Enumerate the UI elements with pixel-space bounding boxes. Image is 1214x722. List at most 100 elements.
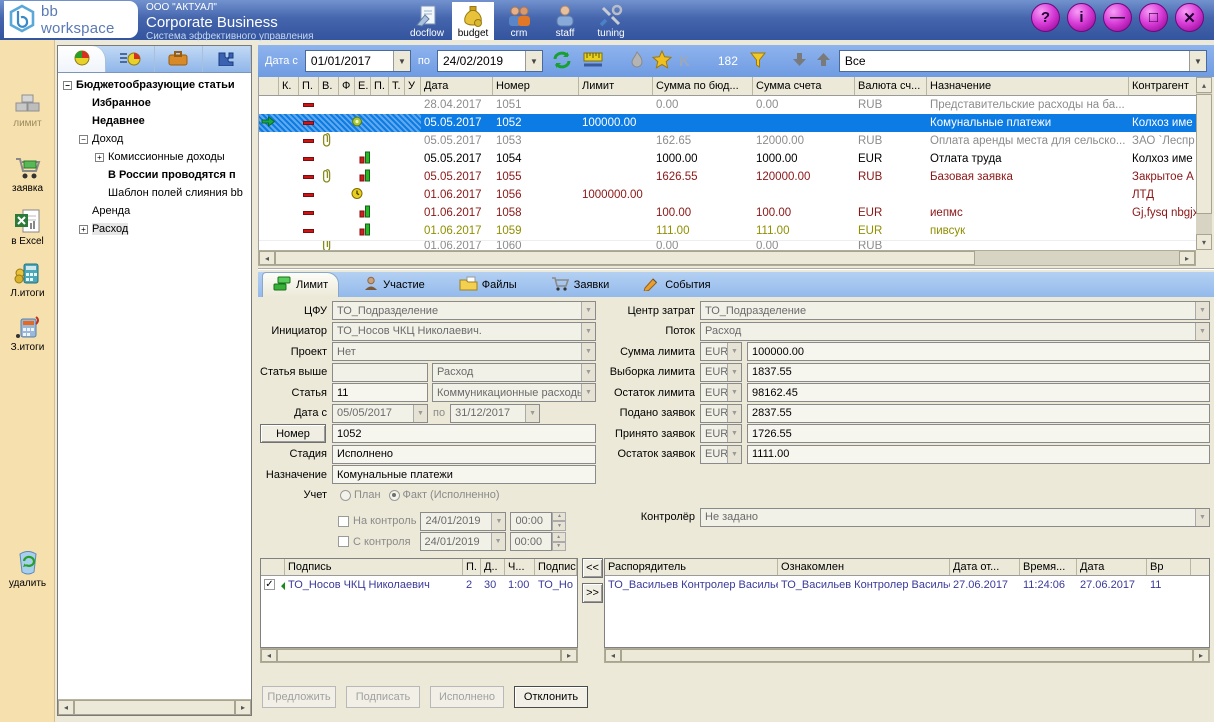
collapse-icon[interactable]: − <box>79 135 88 144</box>
tree-item[interactable]: Аренда <box>58 202 251 220</box>
collapse-button[interactable]: << <box>582 558 603 578</box>
claims-filed-currency-select[interactable]: EUR▼ <box>700 404 742 423</box>
chevron-down-icon[interactable]: ▼ <box>727 446 741 463</box>
grid-row[interactable]: 01.06.20171058100.00100.00EURиепмсGj,fys… <box>259 204 1196 222</box>
grid-vertical-scrollbar[interactable]: ▴ ▾ <box>1196 77 1212 250</box>
article-code-field[interactable]: 11 <box>332 383 428 402</box>
scroll-right-icon[interactable]: ▸ <box>235 700 251 715</box>
grid-column-header[interactable]: Сумма по бюд... <box>653 77 753 95</box>
tree-item[interactable]: Избранное <box>58 94 251 112</box>
grid-column-header[interactable]: У <box>405 77 421 95</box>
arrow-up-icon[interactable] <box>815 51 832 71</box>
claims-rest-currency-select[interactable]: EUR▼ <box>700 445 742 464</box>
tree-item[interactable]: +Комиссионные доходы <box>58 148 251 166</box>
scroll-thumb[interactable] <box>275 251 975 265</box>
grid-column-header[interactable]: Лимит <box>579 77 653 95</box>
tab-limit[interactable]: Лимит <box>262 272 339 297</box>
sidebar-item-litogi[interactable]: Л.итоги <box>0 260 55 299</box>
tree-item[interactable]: В России проводятся п <box>58 166 251 184</box>
sidebar-item-delete[interactable]: удалить <box>0 548 55 589</box>
scroll-thumb[interactable] <box>277 649 561 662</box>
module-tuning[interactable]: tuning <box>590 2 632 40</box>
tab-pie-list[interactable] <box>106 46 154 72</box>
purpose-field[interactable]: Комунальные платежи <box>332 465 596 484</box>
tab-zayavki[interactable]: Заявки <box>541 272 620 297</box>
limit-rest-value-field[interactable]: 98162.45 <box>747 383 1210 402</box>
number-field[interactable]: 1052 <box>332 424 596 443</box>
signature-column-header[interactable] <box>261 559 285 575</box>
parent-article-code-field[interactable] <box>332 363 428 382</box>
off-control-date-picker[interactable]: 24/01/2019▼ <box>420 532 506 551</box>
module-crm[interactable]: crm <box>498 2 540 40</box>
flow-select[interactable]: Расход▼ <box>700 322 1210 341</box>
chevron-down-icon[interactable]: ▼ <box>727 364 741 381</box>
grid-row[interactable]: 28.04.201710510.000.00RUBПредставительск… <box>259 96 1196 114</box>
limit-used-currency-select[interactable]: EUR▼ <box>700 363 742 382</box>
tree-item[interactable]: −Доход <box>58 130 251 148</box>
maximize-button[interactable]: □ <box>1139 3 1168 32</box>
expand-icon[interactable]: + <box>95 153 104 162</box>
funnel-icon[interactable] <box>749 51 767 72</box>
chevron-down-icon[interactable]: ▼ <box>491 533 505 550</box>
grid-row[interactable]: 01.06.20171059111.00111.00EURпивсук <box>259 222 1196 240</box>
on-control-date-picker[interactable]: 24/01/2019▼ <box>420 512 506 531</box>
help-button[interactable]: ? <box>1031 3 1060 32</box>
sidebar-item-zitogi[interactable]: З.итоги <box>0 314 55 353</box>
flame-icon[interactable] <box>629 51 645 72</box>
tree-item[interactable]: +Расход <box>58 220 251 238</box>
limit-sum-currency-select[interactable]: EUR▼ <box>700 342 742 361</box>
controller-table-scrollbar[interactable]: ◂ ▸ <box>604 648 1210 663</box>
star-icon[interactable] <box>652 50 672 72</box>
controller-column-header[interactable]: Дата <box>1077 559 1147 575</box>
scroll-thumb[interactable] <box>74 700 235 715</box>
signature-row[interactable]: ✓◆ТО_Носов ЧКЦ Николаевич2301:00ТО_Но <box>261 576 577 594</box>
grid-column-header[interactable]: Контрагент <box>1129 77 1196 95</box>
limit-sum-value-field[interactable]: 100000.00 <box>747 342 1210 361</box>
tree-horizontal-scrollbar[interactable]: ◂ ▸ <box>58 699 251 715</box>
claims-filed-value-field[interactable]: 2837.55 <box>747 404 1210 423</box>
arrow-down-icon[interactable] <box>791 51 808 71</box>
grid-column-header[interactable]: Сумма счета <box>753 77 855 95</box>
sidebar-item-zayavka[interactable]: заявка <box>0 155 55 194</box>
expand-icon[interactable]: + <box>79 225 88 234</box>
tab-events[interactable]: События <box>633 272 720 297</box>
limit-date-from-picker[interactable]: 05/05/2017▼ <box>332 404 428 423</box>
grid-column-header[interactable] <box>259 77 279 95</box>
signature-column-header[interactable]: Д.. <box>481 559 505 575</box>
on-control-time-field[interactable]: 00:00 <box>510 512 552 531</box>
scroll-right-icon[interactable]: ▸ <box>561 649 577 662</box>
chevron-down-icon[interactable]: ▼ <box>393 51 410 71</box>
cfu-select[interactable]: ТО_Подразделение▼ <box>332 301 596 320</box>
on-control-checkbox[interactable] <box>338 516 349 527</box>
grid-column-header[interactable]: Е. <box>355 77 371 95</box>
tree-item[interactable]: −Бюджетообразующие статьи <box>58 76 251 94</box>
plan-radio[interactable] <box>340 490 351 501</box>
claims-accepted-value-field[interactable]: 1726.55 <box>747 424 1210 443</box>
off-control-checkbox[interactable] <box>338 536 349 547</box>
signature-checkbox[interactable]: ✓ <box>264 579 275 590</box>
scroll-left-icon[interactable]: ◂ <box>259 251 275 265</box>
chevron-down-icon[interactable]: ▼ <box>727 343 741 360</box>
close-button[interactable]: ✕ <box>1175 3 1204 32</box>
stage-field[interactable]: Исполнено <box>332 445 596 464</box>
grid-column-header[interactable]: Валюта сч... <box>855 77 927 95</box>
chevron-down-icon[interactable]: ▼ <box>727 384 741 401</box>
scroll-left-icon[interactable]: ◂ <box>58 700 74 715</box>
grid-column-header[interactable]: Ф <box>339 77 355 95</box>
grid-row[interactable]: 05.05.201710541000.001000.00EURОтлата тр… <box>259 150 1196 168</box>
grid-row[interactable]: 01.06.201710561000000.00ЛТД <box>259 186 1196 204</box>
k-filter-icon[interactable]: K <box>679 53 690 70</box>
grid-column-header[interactable]: Дата <box>421 77 493 95</box>
signature-column-header[interactable]: П. <box>463 559 481 575</box>
grid-row[interactable]: 05.05.20171053162.6512000.00RUBОплата ар… <box>259 132 1196 150</box>
grid-column-header[interactable]: П. <box>371 77 389 95</box>
collapse-icon[interactable]: − <box>63 81 72 90</box>
scroll-left-icon[interactable]: ◂ <box>605 649 621 662</box>
grid-horizontal-scrollbar[interactable]: ◂ ▸ <box>258 250 1196 266</box>
signature-table-scrollbar[interactable]: ◂ ▸ <box>260 648 578 663</box>
scroll-down-icon[interactable]: ▾ <box>1196 234 1212 250</box>
grid-column-header[interactable]: К. <box>279 77 299 95</box>
off-control-time-spinner[interactable]: ▲▼ <box>552 532 566 551</box>
signature-column-header[interactable]: Подпис <box>535 559 577 575</box>
date-to-picker[interactable]: 24/02/2019 ▼ <box>437 50 543 72</box>
